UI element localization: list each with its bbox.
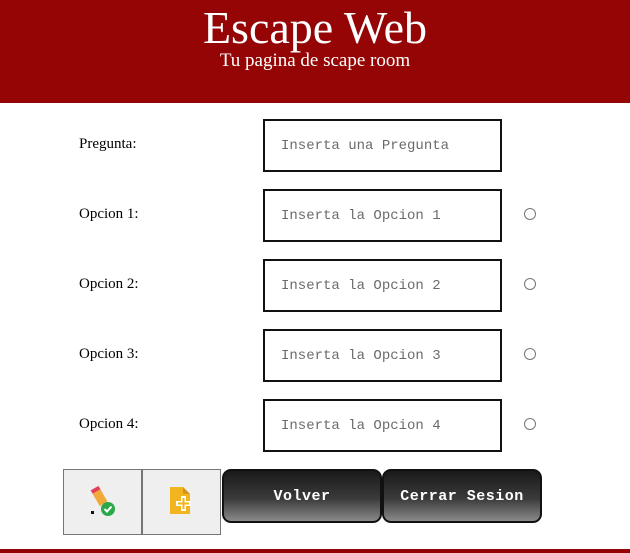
add-file-icon — [166, 484, 198, 521]
option-4-correct-radio[interactable] — [524, 418, 536, 430]
edit-check-icon — [88, 484, 118, 521]
add-file-button[interactable] — [142, 469, 221, 535]
site-subtitle: Tu pagina de scape room — [219, 50, 411, 71]
question-input[interactable] — [263, 119, 502, 172]
logout-button[interactable]: Cerrar Sesion — [382, 469, 542, 523]
option-4-label: Opcion 4: — [79, 416, 139, 432]
option-2-input[interactable] — [263, 259, 502, 312]
site-header: Escape Web Tu pagina de scape room — [0, 0, 630, 103]
option-1-correct-radio[interactable] — [524, 208, 536, 220]
option-4-input[interactable] — [263, 399, 502, 452]
option-3-label: Opcion 3: — [79, 346, 139, 362]
option-2-label: Opcion 2: — [79, 276, 139, 292]
back-button[interactable]: Volver — [222, 469, 382, 523]
edit-check-button[interactable] — [63, 469, 142, 535]
option-1-input[interactable] — [263, 189, 502, 242]
site-title: Escape Web — [202, 2, 428, 53]
option-1-label: Opcion 1: — [79, 206, 139, 222]
question-label: Pregunta: — [79, 136, 137, 152]
option-3-input[interactable] — [263, 329, 502, 382]
option-3-correct-radio[interactable] — [524, 348, 536, 360]
option-2-correct-radio[interactable] — [524, 278, 536, 290]
footer-divider — [0, 549, 630, 553]
